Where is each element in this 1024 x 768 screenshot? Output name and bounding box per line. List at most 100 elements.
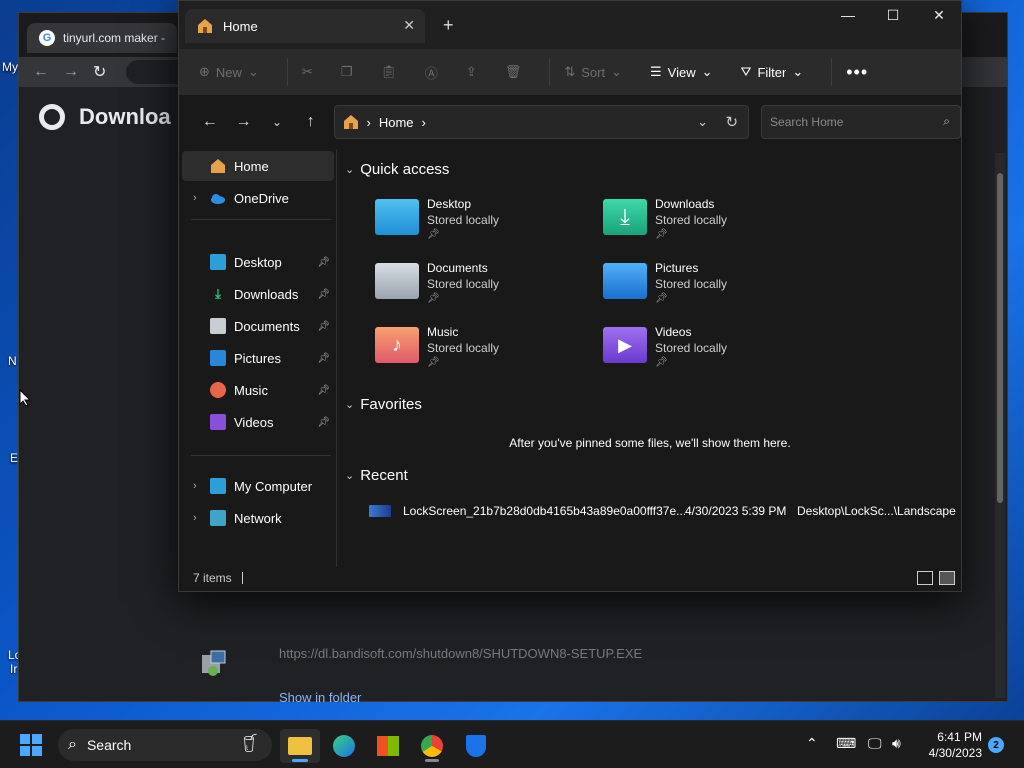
quick-access-videos[interactable]: ▶ Videos Stored locally 📌︎ <box>603 323 823 379</box>
taskbar-chrome[interactable] <box>412 729 452 763</box>
new-button[interactable]: ⊕ New ⌄ <box>199 64 259 80</box>
documents-folder-icon <box>375 263 419 299</box>
network-icon[interactable]: 🖵︎ <box>868 735 882 752</box>
close-tab-icon[interactable]: ✕ <box>403 17 415 34</box>
scrollbar-thumb[interactable] <box>997 173 1003 503</box>
chrome-tab[interactable]: G tinyurl.com maker - <box>27 23 177 53</box>
back-icon[interactable]: ← <box>33 63 49 81</box>
quick-access-documents[interactable]: Documents Stored locally 📌︎ <box>375 259 595 315</box>
taskbar-store[interactable] <box>368 729 408 763</box>
sidebar-item-network[interactable]: › Network <box>182 503 334 533</box>
chevron-down-icon[interactable]: ⌄ <box>697 114 708 130</box>
chevron-right-icon[interactable]: › <box>193 480 197 492</box>
item-name: Pictures <box>655 261 699 275</box>
sidebar-item-downloads[interactable]: ⤓ Downloads 📌︎ <box>182 279 334 309</box>
taskbar-edge[interactable] <box>324 729 364 763</box>
sort-button[interactable]: ⇅ Sort ⌄ <box>564 64 622 80</box>
forward-icon[interactable]: → <box>63 63 79 81</box>
search-placeholder: Search Home <box>770 115 844 129</box>
breadcrumb[interactable]: Home <box>379 115 414 130</box>
quick-access-pictures[interactable]: Pictures Stored locally 📌︎ <box>603 259 823 315</box>
pin-icon[interactable]: 📌︎ <box>317 417 330 428</box>
search-input[interactable]: Search Home ⌕ <box>761 105 962 139</box>
store-icon <box>377 736 399 756</box>
start-button[interactable] <box>20 734 42 756</box>
taskbar-defender[interactable] <box>456 729 496 763</box>
keyboard-icon[interactable]: ⌨ <box>836 735 856 752</box>
notification-badge[interactable]: 2 <box>988 737 1004 753</box>
back-button[interactable]: ← <box>193 113 227 131</box>
pin-icon[interactable]: 📌︎ <box>317 353 330 364</box>
pin-icon: 📌︎ <box>427 229 440 240</box>
sidebar-item-label: Music <box>234 382 268 398</box>
paste-button[interactable]: 📋︎ <box>380 64 397 80</box>
tab-home[interactable]: Home ✕ <box>185 9 425 43</box>
section-favorites[interactable]: ⌄ Favorites <box>345 396 422 413</box>
download-url[interactable]: https://dl.bandisoft.com/shutdown8/SHUTD… <box>279 646 642 661</box>
minimize-button[interactable]: — <box>831 7 865 23</box>
taskbar-search[interactable]: ⌕ Search 🥤︎ <box>58 729 272 761</box>
show-in-folder-link[interactable]: Show in folder <box>279 690 361 705</box>
pin-icon[interactable]: 📌︎ <box>317 257 330 268</box>
mouse-cursor-icon <box>19 389 31 407</box>
sidebar-item-onedrive[interactable]: › OneDrive <box>182 183 334 213</box>
section-recent[interactable]: ⌄ Recent <box>345 467 408 484</box>
tiles-view-icon[interactable] <box>939 571 955 585</box>
recent-locations-button[interactable]: ⌄ <box>260 115 294 129</box>
item-status: Stored locally <box>655 213 728 227</box>
sidebar-item-desktop[interactable]: Desktop 📌︎ <box>182 247 334 277</box>
sidebar-item-home[interactable]: Home <box>182 151 334 181</box>
pin-icon: 📌︎ <box>427 357 440 368</box>
sidebar-item-label: Videos <box>234 414 274 430</box>
chevron-up-icon[interactable]: ⌃ <box>806 735 818 752</box>
downloads-folder-icon: ⤓ <box>603 199 647 235</box>
taskbar-file-explorer[interactable] <box>280 729 320 763</box>
close-window-button[interactable]: ✕ <box>922 7 956 24</box>
sidebar-item-label: OneDrive <box>234 190 289 206</box>
up-button[interactable]: ↑ <box>294 113 328 131</box>
reload-icon[interactable]: ↻ <box>93 62 106 82</box>
sidebar-item-music[interactable]: Music 📌︎ <box>182 375 334 405</box>
view-button[interactable]: ☰ View ⌄ <box>650 64 713 80</box>
sidebar-item-my-computer[interactable]: › My Computer <box>182 471 334 501</box>
details-view-icon[interactable] <box>917 571 933 585</box>
new-tab-button[interactable]: + <box>443 15 454 36</box>
copy-button[interactable]: ❐ <box>341 64 353 80</box>
taskbar-clock[interactable]: 6:41 PM 4/30/2023 <box>918 729 982 761</box>
clock-date: 4/30/2023 <box>928 746 982 760</box>
item-name: Downloads <box>655 197 715 211</box>
paste-icon: 📋︎ <box>380 64 397 79</box>
quick-access-music[interactable]: ♪ Music Stored locally 📌︎ <box>375 323 595 379</box>
delete-button[interactable]: 🗑︎ <box>505 64 522 80</box>
more-options-button[interactable]: ••• <box>846 62 868 83</box>
scrollbar[interactable] <box>995 153 1005 698</box>
section-quick-access[interactable]: ⌄ Quick access <box>345 161 449 178</box>
chrome-logo-icon <box>39 104 65 130</box>
chevron-right-icon[interactable]: › <box>193 512 197 524</box>
sidebar-item-documents[interactable]: Documents 📌︎ <box>182 311 334 341</box>
active-indicator <box>292 759 308 762</box>
quick-access-desktop[interactable]: Desktop Stored locally 📌︎ <box>375 195 595 251</box>
chevron-right-icon[interactable]: › <box>422 115 426 130</box>
cut-button[interactable]: ✂ <box>302 64 313 80</box>
sidebar-item-label: My Computer <box>234 478 313 494</box>
sidebar-item-pictures[interactable]: Pictures 📌︎ <box>182 343 334 373</box>
pin-icon[interactable]: 📌︎ <box>317 289 330 300</box>
refresh-icon[interactable]: ↻ <box>725 113 738 131</box>
rename-button[interactable]: Ⓐ <box>425 63 438 82</box>
file-explorer-window[interactable]: Home ✕ + — ☐ ✕ ⊕ New ⌄ ✂ ❐ 📋︎ Ⓐ ⇪ 🗑︎ ⇅ Sort… <box>178 0 962 592</box>
recent-file-row[interactable]: LockScreen_21b7b28d0db4165b43a89e0a00fff… <box>369 501 959 521</box>
chevron-right-icon[interactable]: › <box>193 192 197 204</box>
pin-icon[interactable]: 📌︎ <box>317 321 330 332</box>
recent-file-name: LockScreen_21b7b28d0db4165b43a89e0a00fff… <box>403 504 685 518</box>
volume-icon[interactable]: 🔊︎ <box>892 735 901 752</box>
pin-icon[interactable]: 📌︎ <box>317 385 330 396</box>
maximize-button[interactable]: ☐ <box>876 7 910 24</box>
share-button[interactable]: ⇪ <box>466 64 477 80</box>
address-bar[interactable]: › Home › ⌄ ↻ <box>333 105 750 139</box>
chevron-down-icon: ⌄ <box>247 64 259 79</box>
sidebar-item-videos[interactable]: Videos 📌︎ <box>182 407 334 437</box>
quick-access-downloads[interactable]: ⤓ Downloads Stored locally 📌︎ <box>603 195 823 251</box>
forward-button[interactable]: → <box>227 113 261 131</box>
filter-button[interactable]: ⛛ Filter ⌄ <box>741 64 804 80</box>
